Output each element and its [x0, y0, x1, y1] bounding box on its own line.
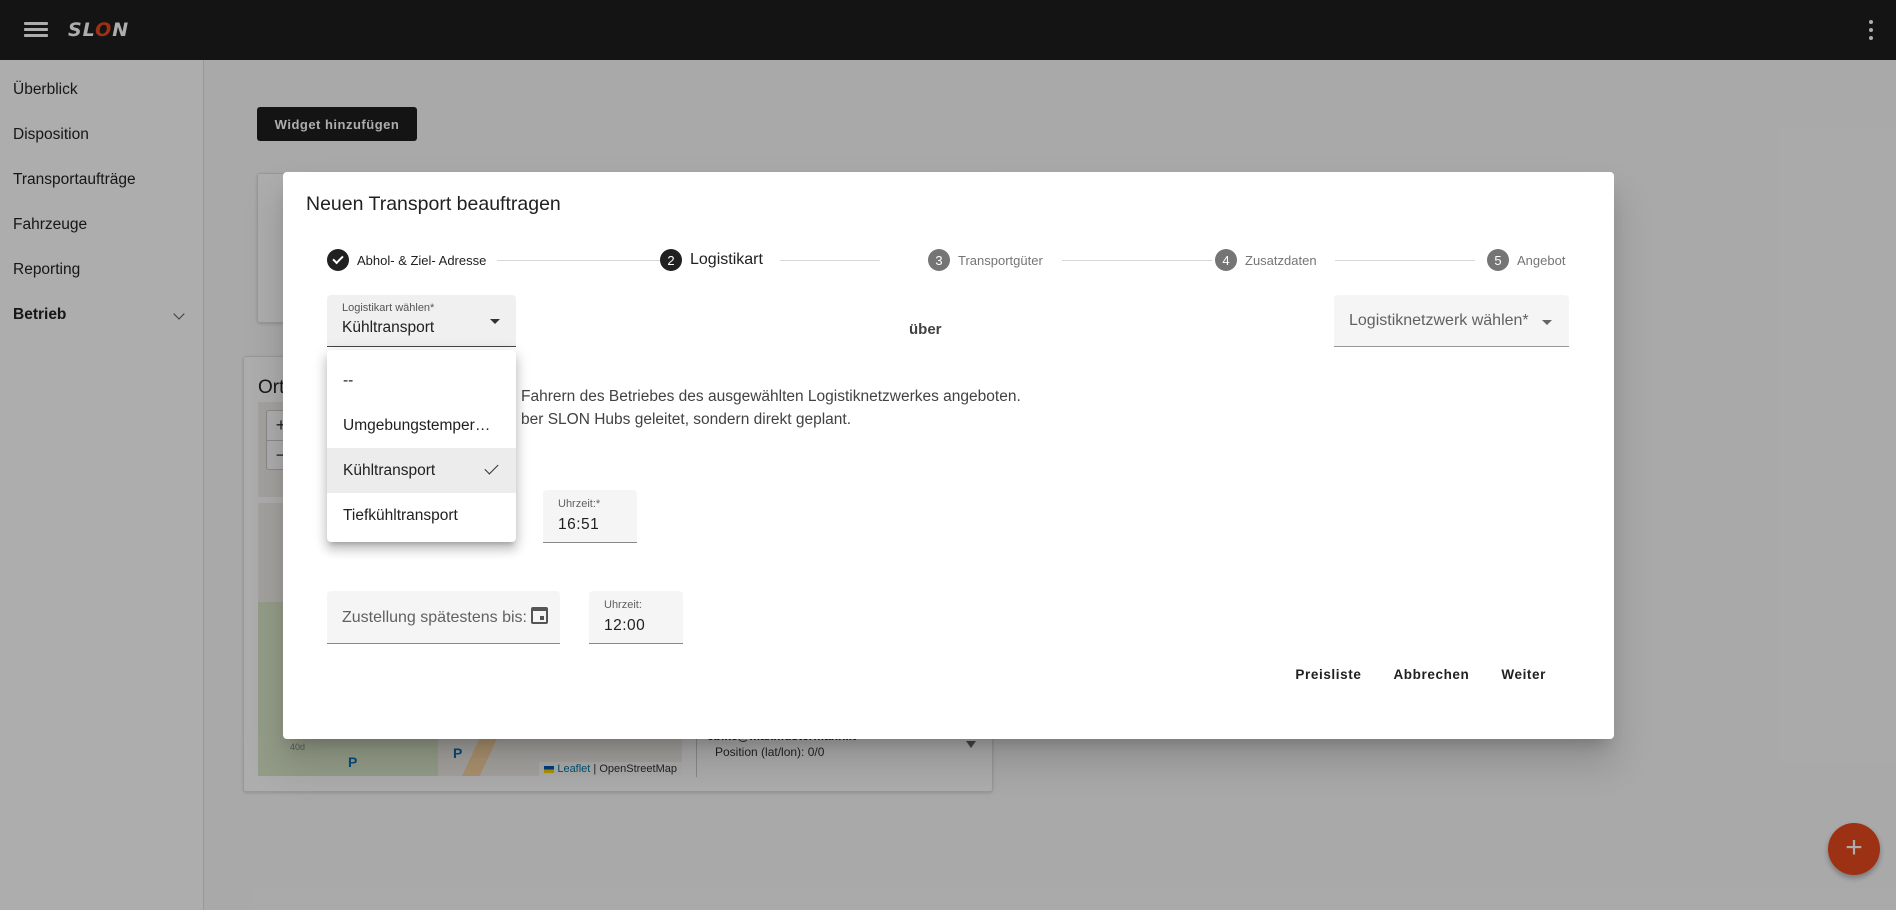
arrow-drop-down-icon — [490, 319, 500, 324]
price-list-button[interactable]: Preisliste — [1287, 667, 1369, 682]
logistiknetzwerk-select[interactable]: Logistiknetzwerk wählen* — [1334, 295, 1569, 347]
dialog-title: Neuen Transport beauftragen — [306, 193, 561, 215]
step-angebot[interactable]: 5 Angebot — [1487, 248, 1565, 272]
arrow-drop-down-icon — [1542, 320, 1552, 325]
dialog-actions: Preisliste Abbrechen Weiter — [1271, 667, 1554, 682]
next-button[interactable]: Weiter — [1493, 667, 1554, 682]
step-connector — [1062, 260, 1212, 261]
delivery-time-field[interactable]: Uhrzeit: 12:00 — [589, 591, 683, 644]
cancel-button[interactable]: Abbrechen — [1385, 667, 1477, 682]
option-none[interactable]: -- — [327, 358, 516, 403]
logistikart-select[interactable]: Logistikart wählen* Kühltransport — [327, 295, 516, 347]
option-umgebungstemperatur[interactable]: Umgebungstemperatur — [327, 403, 516, 448]
logistikart-dropdown: -- Umgebungstemperatur Kühltransport Tie… — [327, 350, 516, 542]
option-kuehltransport[interactable]: Kühltransport — [327, 448, 516, 493]
step-logistikart[interactable]: 2 Logistikart — [660, 248, 763, 272]
step-connector — [497, 260, 667, 261]
calendar-icon[interactable] — [531, 607, 548, 624]
stepper: Abhol- & Ziel- Adresse 2 Logistikart 3 T… — [327, 248, 1581, 272]
step-connector — [1335, 260, 1475, 261]
check-icon — [327, 249, 349, 271]
step-zusatzdaten[interactable]: 4 Zusatzdaten — [1215, 248, 1317, 272]
pickup-time-field[interactable]: Uhrzeit:* 16:51 — [543, 490, 637, 543]
step-transportgueter[interactable]: 3 Transportgüter — [928, 248, 1043, 272]
step-addresses[interactable]: Abhol- & Ziel- Adresse — [327, 248, 486, 272]
ueber-label: über — [909, 321, 942, 338]
delivery-date-field[interactable]: Zustellung spätestens bis: — [327, 591, 560, 644]
step-connector — [780, 260, 880, 261]
info-text: Fahrern des Betriebes des ausgewählten L… — [521, 388, 1021, 428]
option-tiefkuehltransport[interactable]: Tiefkühltransport — [327, 493, 516, 538]
